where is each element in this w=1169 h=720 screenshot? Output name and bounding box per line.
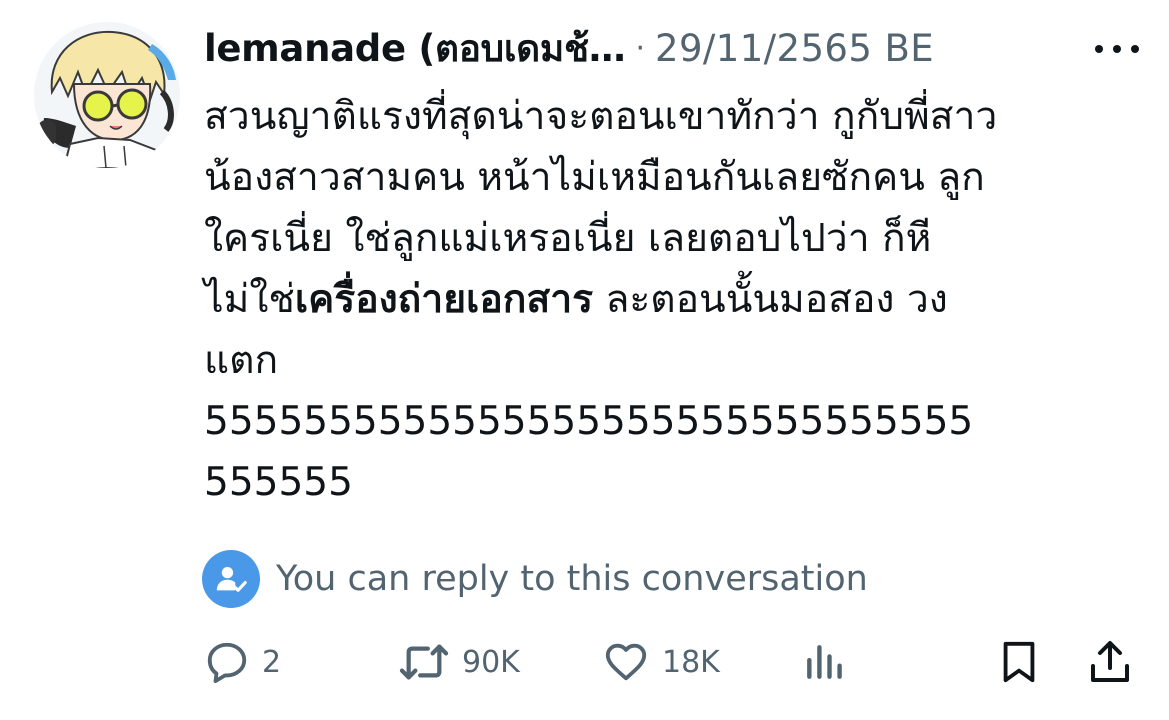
more-dots-icon[interactable] (1095, 34, 1139, 64)
header-separator: · (635, 30, 646, 66)
person-check-icon (202, 550, 260, 608)
share-upload-icon (1091, 641, 1129, 682)
tweet-text-bold-segment: เครื่องถ่ายเอกสาร (294, 277, 594, 322)
heart-icon (605, 643, 647, 681)
tweet-action-bar: 2 90K 18K (0, 630, 1169, 694)
author-name[interactable]: lemanade (ตอบเดมช้… (204, 19, 626, 78)
tweet-text-segment: ละตอนนั้นมอสอง วง (593, 277, 948, 322)
tweet-text-line: ไม่ใช่เครื่องถ่ายเอกสาร ละตอนนั้นมอสอง ว… (204, 269, 1134, 330)
tweet-text-line: น้องสาวสามคน หน้าไม่เหมือนกันเลยซักคน ลู… (204, 155, 985, 200)
tweet-text: สวนญาติแรงที่สุดน่าจะตอนเขาทักว่า กูกับพ… (204, 86, 1134, 513)
more-dot (1113, 45, 1121, 53)
views-button[interactable] (802, 630, 846, 694)
retweet-button[interactable]: 90K (398, 630, 520, 694)
tweet-header: lemanade (ตอบเดมช้… · 29/11/2565 BE (204, 20, 1139, 76)
retweet-count: 90K (462, 644, 520, 680)
bookmark-button[interactable] (996, 630, 1042, 694)
speech-bubble-icon (207, 642, 247, 684)
tweet-text-line: แตก (204, 338, 279, 383)
tweet-date[interactable]: 29/11/2565 BE (655, 27, 934, 70)
reply-permission-notice: You can reply to this conversation (202, 550, 868, 608)
reply-count: 2 (262, 644, 282, 680)
tweet-text-line: ใครเนี่ย ใช่ลูกแม่เหรอเนี่ย เลยตอบไปว่า … (204, 216, 932, 261)
bookmark-icon (1003, 641, 1035, 683)
tweet-text-segment: ไม่ใช่ (204, 277, 295, 322)
more-dot (1095, 45, 1103, 53)
like-count: 18K (662, 644, 720, 680)
bar-chart-icon (807, 645, 842, 679)
share-button[interactable] (1086, 630, 1134, 694)
like-button[interactable]: 18K (602, 630, 720, 694)
more-dot (1131, 45, 1139, 53)
avatar-illustration (34, 22, 180, 168)
tweet-text-line: 5555555555555555555555555555555 (204, 399, 974, 444)
retweet-arrows-icon (399, 644, 449, 680)
tweet-text-line: สวนญาติแรงที่สุดน่าจะตอนเขาทักว่า กูกับพ… (204, 94, 998, 139)
avatar[interactable] (34, 22, 180, 168)
tweet-text-line: 555555 (204, 460, 353, 505)
reply-button[interactable]: 2 (204, 630, 281, 694)
reply-notice-label: You can reply to this conversation (276, 559, 868, 599)
